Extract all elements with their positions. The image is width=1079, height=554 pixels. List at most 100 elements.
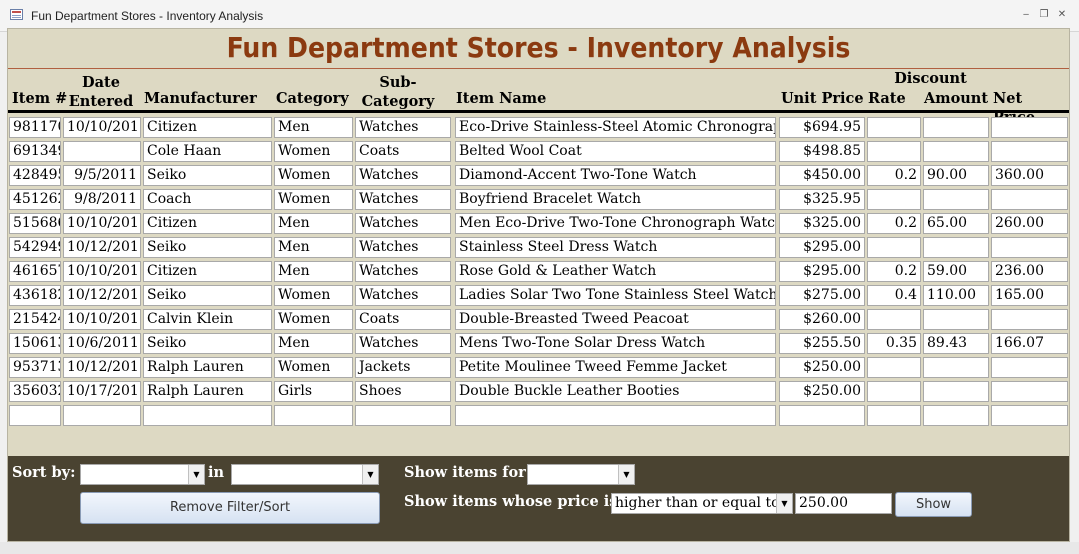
cell-manufacturer[interactable]: Citizen <box>143 261 272 282</box>
cell-manufacturer[interactable]: Coach <box>143 189 272 210</box>
cell-item-name[interactable]: Mens Two-Tone Solar Dress Watch <box>455 333 776 354</box>
cell-sub-category[interactable]: Shoes <box>355 381 451 402</box>
cell-discount-amount[interactable] <box>923 141 989 162</box>
cell-item-no[interactable]: 981170 <box>9 117 61 138</box>
remove-filter-sort-button[interactable]: Remove Filter/Sort <box>80 492 380 524</box>
cell-date-entered[interactable]: 10/10/2011 <box>63 261 141 282</box>
cell-category[interactable]: Women <box>274 189 353 210</box>
close-button[interactable]: ✕ <box>1056 9 1068 21</box>
cell-manufacturer[interactable]: Seiko <box>143 333 272 354</box>
cell-item-no[interactable]: 215424 <box>9 309 61 330</box>
cell-date-entered[interactable]: 10/10/2011 <box>63 309 141 330</box>
cell-date-entered[interactable]: 9/8/2011 <box>63 189 141 210</box>
show-items-for-combo[interactable]: ▼ <box>527 464 635 485</box>
cell-net-price[interactable] <box>991 237 1068 258</box>
cell-item-name[interactable]: Stainless Steel Dress Watch <box>455 237 776 258</box>
cell-date-entered[interactable]: 10/12/2011 <box>63 285 141 306</box>
cell-item-no[interactable]: 953713 <box>9 357 61 378</box>
cell-date-entered[interactable]: 10/10/2011 <box>63 117 141 138</box>
cell-unit-price[interactable]: $295.00 <box>779 261 865 282</box>
cell-net-price[interactable]: 166.07 <box>991 333 1068 354</box>
cell-manufacturer[interactable]: Calvin Klein <box>143 309 272 330</box>
cell-sub-category[interactable]: Jackets <box>355 357 451 378</box>
cell-item-no[interactable]: 461657 <box>9 261 61 282</box>
cell-discount-rate[interactable] <box>867 357 921 378</box>
cell-category[interactable]: Women <box>274 141 353 162</box>
cell-item-name[interactable]: Boyfriend Bracelet Watch <box>455 189 776 210</box>
cell-unit-price[interactable]: $260.00 <box>779 309 865 330</box>
cell-discount-amount[interactable]: 65.00 <box>923 213 989 234</box>
price-operator-combo[interactable]: higher than or equal to ▼ <box>611 493 793 514</box>
cell-net-price[interactable] <box>991 189 1068 210</box>
cell-manufacturer[interactable] <box>143 405 272 426</box>
cell-item-no[interactable]: 356032 <box>9 381 61 402</box>
cell-discount-amount[interactable]: 90.00 <box>923 165 989 186</box>
cell-category[interactable]: Men <box>274 117 353 138</box>
cell-item-no[interactable]: 691349 <box>9 141 61 162</box>
price-value-input[interactable]: 250.00 <box>795 493 892 514</box>
cell-unit-price[interactable] <box>779 405 865 426</box>
cell-unit-price[interactable]: $325.00 <box>779 213 865 234</box>
cell-sub-category[interactable]: Coats <box>355 141 451 162</box>
cell-item-no[interactable]: 428495 <box>9 165 61 186</box>
cell-item-no[interactable]: 150613 <box>9 333 61 354</box>
cell-net-price[interactable]: 236.00 <box>991 261 1068 282</box>
cell-unit-price[interactable]: $450.00 <box>779 165 865 186</box>
show-button[interactable]: Show <box>895 492 972 517</box>
cell-discount-rate[interactable] <box>867 189 921 210</box>
cell-category[interactable]: Women <box>274 309 353 330</box>
cell-discount-amount[interactable] <box>923 405 989 426</box>
chevron-down-icon[interactable]: ▼ <box>362 465 378 484</box>
cell-category[interactable] <box>274 405 353 426</box>
cell-sub-category[interactable]: Watches <box>355 165 451 186</box>
cell-discount-rate[interactable] <box>867 237 921 258</box>
cell-category[interactable]: Women <box>274 285 353 306</box>
chevron-down-icon[interactable]: ▼ <box>776 494 792 513</box>
cell-sub-category[interactable]: Coats <box>355 309 451 330</box>
cell-discount-amount[interactable] <box>923 357 989 378</box>
cell-date-entered[interactable]: 9/5/2011 <box>63 165 141 186</box>
cell-discount-rate[interactable]: 0.2 <box>867 213 921 234</box>
cell-item-no[interactable] <box>9 405 61 426</box>
cell-manufacturer[interactable]: Citizen <box>143 213 272 234</box>
cell-item-name[interactable] <box>455 405 776 426</box>
cell-category[interactable]: Women <box>274 165 353 186</box>
cell-manufacturer[interactable]: Ralph Lauren <box>143 357 272 378</box>
cell-net-price[interactable]: 360.00 <box>991 165 1068 186</box>
cell-net-price[interactable] <box>991 381 1068 402</box>
cell-manufacturer[interactable]: Seiko <box>143 237 272 258</box>
cell-date-entered[interactable]: 10/12/2011 <box>63 357 141 378</box>
cell-item-name[interactable]: Petite Moulinee Tweed Femme Jacket <box>455 357 776 378</box>
cell-item-no[interactable]: 436182 <box>9 285 61 306</box>
cell-category[interactable]: Girls <box>274 381 353 402</box>
cell-item-no[interactable]: 542949 <box>9 237 61 258</box>
cell-discount-amount[interactable] <box>923 309 989 330</box>
cell-discount-rate[interactable] <box>867 381 921 402</box>
cell-sub-category[interactable]: Watches <box>355 237 451 258</box>
minimize-button[interactable]: ‒ <box>1020 9 1032 21</box>
restore-button[interactable]: ❐ <box>1038 9 1050 21</box>
chevron-down-icon[interactable]: ▼ <box>618 465 634 484</box>
cell-item-name[interactable]: Eco-Drive Stainless-Steel Atomic Chronog… <box>455 117 776 138</box>
cell-manufacturer[interactable]: Seiko <box>143 285 272 306</box>
cell-discount-amount[interactable] <box>923 117 989 138</box>
cell-unit-price[interactable]: $275.00 <box>779 285 865 306</box>
cell-date-entered[interactable] <box>63 141 141 162</box>
cell-manufacturer[interactable]: Citizen <box>143 117 272 138</box>
chevron-down-icon[interactable]: ▼ <box>188 465 204 484</box>
cell-item-name[interactable]: Double-Breasted Tweed Peacoat <box>455 309 776 330</box>
cell-sub-category[interactable]: Watches <box>355 213 451 234</box>
cell-net-price[interactable] <box>991 405 1068 426</box>
cell-discount-rate[interactable]: 0.2 <box>867 165 921 186</box>
cell-sub-category[interactable]: Watches <box>355 261 451 282</box>
cell-net-price[interactable]: 260.00 <box>991 213 1068 234</box>
cell-unit-price[interactable]: $295.00 <box>779 237 865 258</box>
cell-date-entered[interactable]: 10/6/2011 <box>63 333 141 354</box>
cell-date-entered[interactable]: 10/12/2011 <box>63 237 141 258</box>
cell-category[interactable]: Women <box>274 357 353 378</box>
cell-discount-amount[interactable]: 110.00 <box>923 285 989 306</box>
cell-item-name[interactable]: Double Buckle Leather Booties <box>455 381 776 402</box>
cell-discount-amount[interactable]: 89.43 <box>923 333 989 354</box>
cell-unit-price[interactable]: $250.00 <box>779 381 865 402</box>
cell-date-entered[interactable]: 10/10/2011 <box>63 213 141 234</box>
